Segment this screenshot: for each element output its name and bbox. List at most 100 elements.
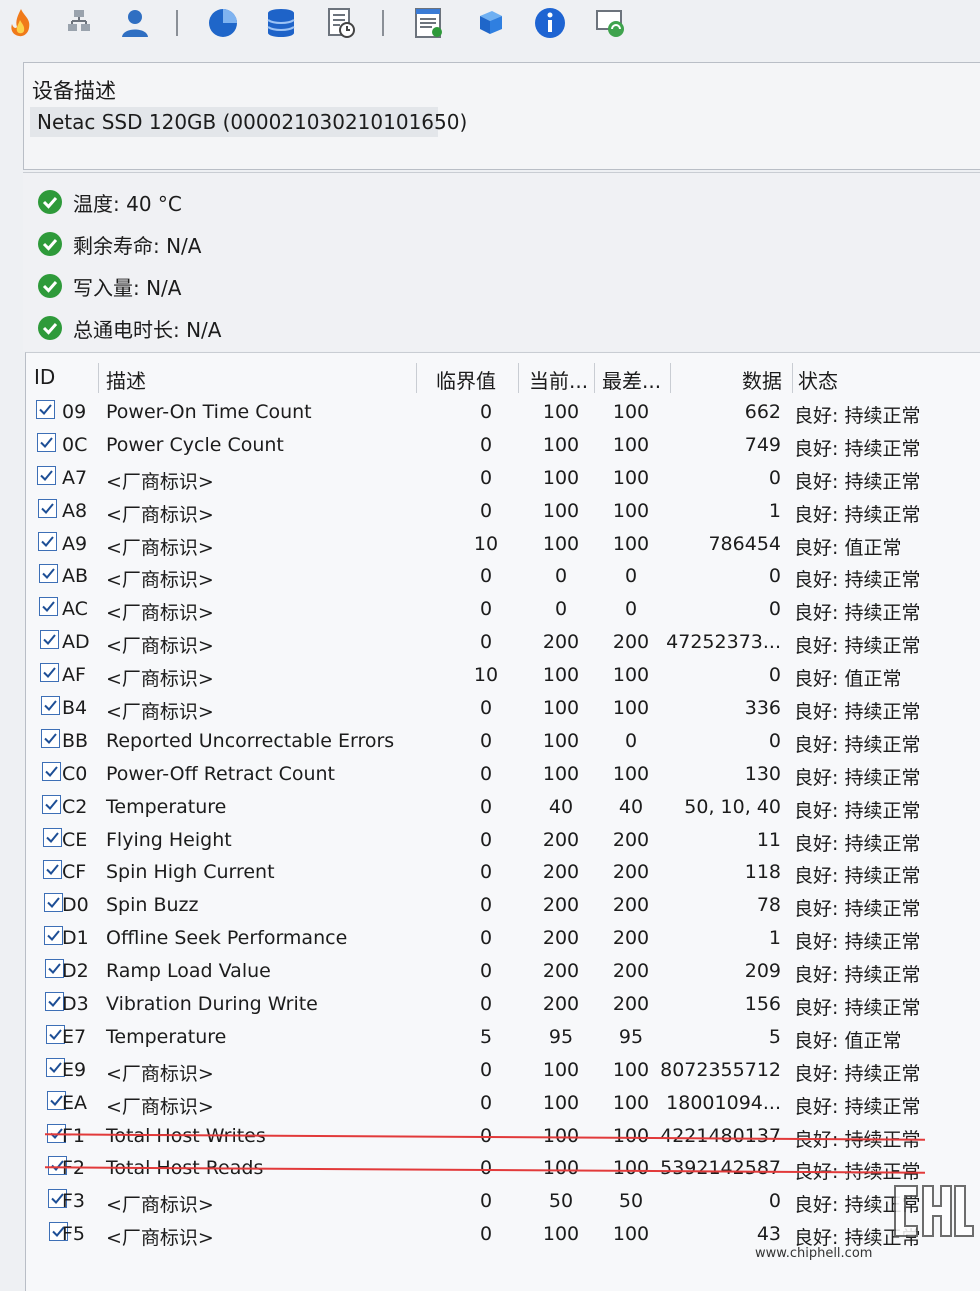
device-item[interactable]: Netac SSD 120GB (000021030210101650) [30,107,467,137]
table-row[interactable]: A8 <厂商标识> 0 100 100 1 良好: 持续正常 [26,496,980,529]
device-tree-icon[interactable] [62,6,96,40]
column-divider[interactable] [670,363,671,393]
table-row[interactable]: 0C Power Cycle Count 0 100 100 749 良好: 持续正常 [26,430,980,463]
row-checkbox[interactable] [39,630,59,650]
cell-threshold: 0 [479,894,493,917]
table-row[interactable]: A7 <厂商标识> 0 100 100 0 良好: 持续正常 [26,463,980,496]
cell-data: 0 [768,598,781,621]
table-row[interactable]: AC <厂商标识> 0 0 0 0 良好: 持续正常 [26,594,980,627]
row-checkbox[interactable] [41,728,60,748]
cell-id: EA [62,1091,88,1114]
row-checkbox[interactable] [37,465,56,485]
table-row[interactable]: D2 Ramp Load Value 0 200 200 209 良好: 持续正常 [26,956,980,989]
table-row[interactable]: AF <厂商标识> 10 100 100 0 良好: 值正常 [26,660,980,693]
cell-description: <厂商标识> [106,503,214,526]
cell-status: 良好: 持续正常 [794,799,921,822]
row-checkbox[interactable] [44,959,64,979]
cell-description: Temperature [106,795,227,818]
cell-threshold: 0 [479,795,493,818]
table-row[interactable]: AB <厂商标识> 0 0 0 0 良好: 持续正常 [26,561,980,594]
table-row[interactable]: E7 Temperature 5 95 95 5 良好: 值正常 [26,1022,980,1055]
disk-usage-icon[interactable] [206,6,240,40]
network-icon[interactable] [474,6,508,40]
toolbar-separator [176,10,178,36]
row-checkbox[interactable] [38,531,57,551]
table-row[interactable]: A9 <厂商标识> 10 100 100 786454 良好: 值正常 [26,529,980,562]
header-data[interactable]: 数据 [742,365,782,394]
column-divider[interactable] [594,363,595,393]
column-divider[interactable] [416,363,417,393]
user-icon[interactable] [118,6,152,40]
cell-current: 100 [542,762,580,785]
row-checkbox[interactable] [37,498,57,518]
table-row[interactable]: CE Flying Height 0 200 200 11 良好: 持续正常 [26,825,980,858]
row-checkbox[interactable] [39,597,58,617]
cell-data: 0 [768,664,781,687]
cell-status: 良好: 持续正常 [794,997,921,1020]
system-report-icon[interactable] [412,6,446,40]
flame-icon[interactable] [4,6,38,40]
cell-id: D2 [62,960,89,983]
cell-current: 200 [542,631,580,654]
row-checkbox[interactable] [43,893,63,913]
cell-threshold: 0 [479,598,493,621]
info-icon[interactable] [533,6,567,40]
device-description-panel: 设备描述 Netac SSD 120GB (000021030210101650… [23,62,980,170]
cell-current: 50 [548,1190,574,1213]
cell-current: 100 [542,466,580,489]
cell-current: 100 [542,499,580,522]
row-checkbox[interactable] [40,696,60,716]
database-icon[interactable] [264,6,298,40]
table-row[interactable]: EA <厂商标识> 0 100 100 18001094... 良好: 持续正常 [26,1088,980,1121]
header-status[interactable]: 状态 [798,365,838,394]
cell-data: 118 [744,861,781,884]
status-text: 总通电时长: N/A [73,317,222,342]
table-row[interactable]: AD <厂商标识> 0 200 200 47252373... 良好: 持续正常 [26,627,980,660]
report-clock-icon[interactable] [324,6,358,40]
cell-threshold: 0 [479,499,493,522]
row-checkbox[interactable] [43,860,62,880]
row-checkbox[interactable] [44,926,63,946]
smart-table: ID 描述 临界值 当前... 最差... 数据 状态 09 Power-On T… [25,352,980,1291]
row-checkbox[interactable] [42,794,61,814]
row-checkbox[interactable] [38,564,58,584]
column-divider[interactable] [98,363,99,393]
header-description[interactable]: 描述 [106,365,146,394]
header-id[interactable]: ID [34,365,55,389]
table-row[interactable]: C0 Power-Off Retract Count 0 100 100 130 良好: 持… [26,759,980,792]
table-row[interactable]: D0 Spin Buzz 0 200 200 78 良好: 持续正常 [26,890,980,923]
header-worst[interactable]: 最差... [602,365,661,394]
cell-current: 100 [542,1091,580,1114]
row-checkbox[interactable] [41,761,61,781]
header-threshold[interactable]: 临界值 [436,365,496,394]
cell-threshold: 0 [479,631,493,654]
row-checkbox[interactable] [42,827,62,847]
column-divider[interactable] [792,363,793,393]
header-current[interactable]: 当前... [529,365,588,394]
cell-id: A7 [62,466,88,489]
table-row[interactable]: E9 <厂商标识> 0 100 100 8072355712 良好: 持续正常 [26,1055,980,1088]
table-row[interactable]: D3 Vibration During Write 0 200 200 156 良好: 持续… [26,989,980,1022]
table-row[interactable]: B4 <厂商标识> 0 100 100 336 良好: 持续正常 [26,693,980,726]
row-checkbox[interactable] [36,400,55,419]
refresh-export-icon[interactable] [594,6,628,40]
cell-threshold: 5 [479,1025,493,1048]
table-row[interactable]: C2 Temperature 0 40 40 50, 10, 40 良好: 持续正常 [26,792,980,825]
cell-threshold: 0 [479,762,493,785]
table-row[interactable]: BB Reported Uncorrectable Errors 0 100 0 0 良好:… [26,726,980,759]
watermark-url: www.chiphell.com [755,1246,873,1261]
column-divider[interactable] [518,363,519,393]
table-row[interactable]: CF Spin High Current 0 200 200 118 良好: 持续正常 [26,857,980,890]
cell-status: 良好: 持续正常 [794,602,921,625]
cell-status: 良好: 持续正常 [794,635,921,658]
cell-current: 100 [542,729,580,752]
cell-description: <厂商标识> [106,1227,214,1250]
row-checkbox[interactable] [40,663,59,683]
cell-description: <厂商标识> [106,668,214,691]
row-checkbox[interactable] [36,432,56,452]
cell-id: CF [62,861,87,884]
cell-description: Ramp Load Value [106,960,271,983]
table-row[interactable]: 09 Power-On Time Count 0 100 100 662 良好: 持续正常 [26,397,980,430]
cell-id: C0 [62,762,88,785]
table-row[interactable]: D1 Offline Seek Performance 0 200 200 1 良好: 持续… [26,923,980,956]
